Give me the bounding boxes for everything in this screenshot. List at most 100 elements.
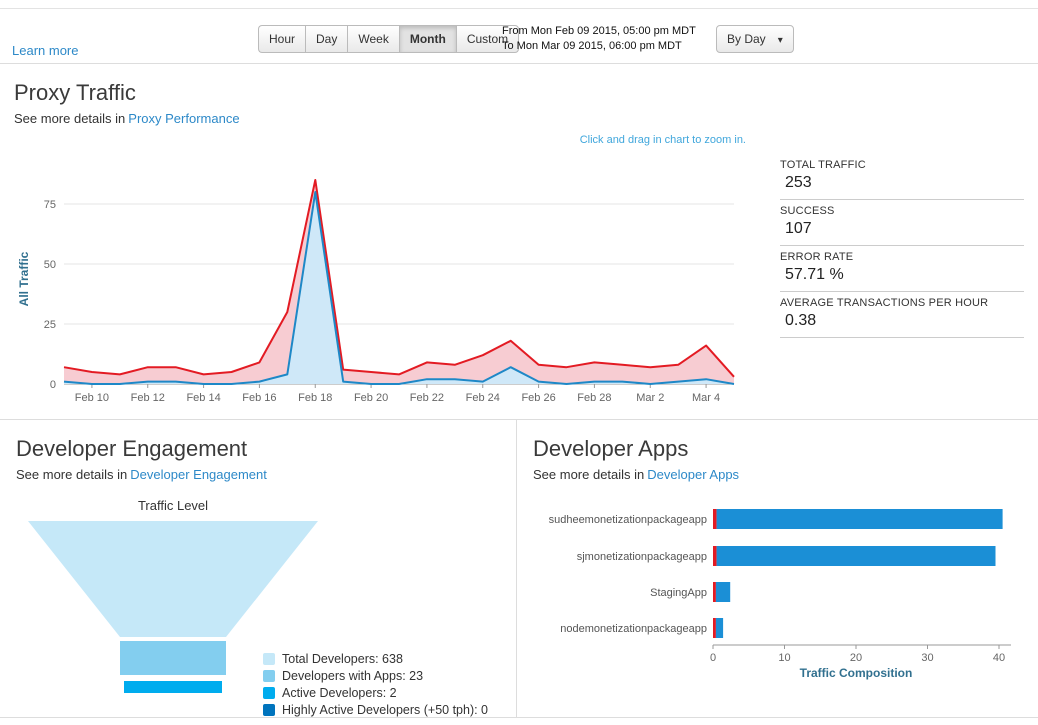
details-prefix: See more details in (14, 111, 125, 126)
date-range-to: To Mon Mar 09 2015, 06:00 pm MDT (502, 39, 696, 54)
legend-item: Total Developers: 638 (263, 652, 488, 666)
area-total-traffic (64, 180, 734, 384)
developer-apps-title: Developer Apps (533, 436, 1033, 462)
svg-text:Mar 2: Mar 2 (636, 392, 664, 404)
stat-entry: TOTAL TRAFFIC253 (780, 154, 1024, 200)
legend-swatch (263, 653, 275, 665)
legend-item: Active Developers: 2 (263, 686, 488, 700)
developer-apps-link[interactable]: Developer Apps (647, 467, 739, 482)
proxy-chart-column: Click and drag in chart to zoom in. 0 25 5… (14, 128, 754, 415)
bar-error (713, 582, 716, 602)
svg-text:All Traffic: All Traffic (17, 251, 31, 306)
bar-success (717, 546, 996, 566)
developer-apps-chart: sudheemonetizationpackageapp sjmonetizati… (533, 498, 1033, 684)
proxy-traffic-title: Proxy Traffic (14, 80, 1024, 106)
svg-text:20: 20 (850, 652, 862, 664)
bar-success (716, 582, 730, 602)
svg-text:Traffic Composition: Traffic Composition (800, 666, 913, 680)
stat-value: 0.38 (780, 309, 1024, 331)
bar-error (713, 618, 716, 638)
svg-text:25: 25 (44, 319, 56, 331)
proxy-chart-row: Click and drag in chart to zoom in. 0 25 5… (14, 128, 1024, 415)
stat-value: 107 (780, 217, 1024, 239)
learn-more-link[interactable]: Learn more (12, 43, 78, 58)
bar-error (713, 546, 717, 566)
date-range-from: From Mon Feb 09 2015, 05:00 pm MDT (502, 24, 696, 39)
svg-text:Feb 18: Feb 18 (298, 392, 332, 404)
legend-label: Highly Active Developers (+50 tph): 0 (282, 703, 488, 717)
bar-label: sudheemonetizationpackageapp (549, 514, 707, 526)
apps-details-line: See more details inDeveloper Apps (533, 467, 1033, 482)
bar-success (717, 509, 1003, 529)
legend-swatch (263, 670, 275, 682)
legend-swatch (263, 704, 275, 716)
proxy-performance-link[interactable]: Proxy Performance (128, 111, 239, 126)
svg-text:50: 50 (44, 259, 56, 271)
line-total-traffic (64, 180, 734, 377)
funnel-title: Traffic Level (28, 498, 318, 513)
stat-label: SUCCESS (780, 205, 1024, 217)
stat-label: ERROR RATE (780, 251, 1024, 263)
legend-label: Total Developers: 638 (282, 652, 403, 666)
funnel-segment-1 (120, 641, 226, 675)
engagement-details-line: See more details inDeveloper Engagement (16, 467, 500, 482)
svg-text:0: 0 (710, 652, 716, 664)
topbar: Learn more HourDayWeekMonthCustom From M… (0, 9, 1038, 64)
range-button-week[interactable]: Week (347, 25, 398, 53)
svg-text:Feb 14: Feb 14 (186, 392, 220, 404)
svg-text:0: 0 (50, 379, 56, 391)
bar-label: sjmonetizationpackageapp (577, 551, 707, 563)
svg-text:10: 10 (778, 652, 790, 664)
developer-engagement-link[interactable]: Developer Engagement (130, 467, 267, 482)
bar-error (713, 509, 717, 529)
date-range: From Mon Feb 09 2015, 05:00 pm MDT To Mo… (502, 24, 696, 54)
svg-text:Feb 20: Feb 20 (354, 392, 388, 404)
range-button-day[interactable]: Day (305, 25, 347, 53)
range-button-month[interactable]: Month (399, 25, 456, 53)
caret-down-icon: ▾ (778, 35, 783, 46)
group-by-label: By Day (727, 32, 766, 46)
group-by-dropdown[interactable]: By Day ▾ (716, 25, 794, 53)
dashboard-page: Learn more HourDayWeekMonthCustom From M… (0, 8, 1038, 725)
zoom-hint: Click and drag in chart to zoom in. (14, 134, 746, 146)
svg-text:Mar 4: Mar 4 (692, 392, 720, 404)
stat-entry: SUCCESS107 (780, 200, 1024, 246)
stat-label: TOTAL TRAFFIC (780, 159, 1024, 171)
svg-text:Feb 24: Feb 24 (466, 392, 500, 404)
details-prefix: See more details in (533, 467, 644, 482)
bottom-row: Developer Engagement See more details in… (0, 419, 1038, 718)
developer-apps-section: Developer Apps See more details inDevelo… (517, 420, 1038, 717)
legend-label: Active Developers: 2 (282, 686, 397, 700)
svg-text:75: 75 (44, 199, 56, 211)
legend-label: Developers with Apps: 23 (282, 669, 423, 683)
stat-label: AVERAGE TRANSACTIONS PER HOUR (780, 297, 1024, 309)
developer-engagement-title: Developer Engagement (16, 436, 500, 462)
area-success (64, 192, 734, 384)
range-button-group: HourDayWeekMonthCustom (258, 25, 519, 53)
bar-label: nodemonetizationpackageapp (560, 623, 707, 635)
engagement-legend: Total Developers: 638 Developers with App… (263, 652, 488, 720)
range-button-hour[interactable]: Hour (258, 25, 305, 53)
svg-text:Feb 26: Feb 26 (521, 392, 555, 404)
svg-text:Feb 22: Feb 22 (410, 392, 444, 404)
proxy-details-line: See more details inProxy Performance (14, 111, 1024, 126)
legend-item: Highly Active Developers (+50 tph): 0 (263, 703, 488, 717)
details-prefix: See more details in (16, 467, 127, 482)
stat-value: 253 (780, 171, 1024, 193)
proxy-traffic-section: Proxy Traffic See more details inProxy P… (0, 64, 1038, 419)
legend-swatch (263, 687, 275, 699)
stat-entry: AVERAGE TRANSACTIONS PER HOUR0.38 (780, 292, 1024, 338)
proxy-traffic-chart[interactable]: 0255075Feb 10Feb 12Feb 14Feb 16Feb 18Feb… (14, 154, 754, 410)
bar-label: StagingApp (650, 587, 707, 599)
developer-engagement-section: Developer Engagement See more details in… (0, 420, 517, 717)
svg-text:40: 40 (993, 652, 1005, 664)
svg-text:30: 30 (921, 652, 933, 664)
svg-text:Feb 28: Feb 28 (577, 392, 611, 404)
svg-text:Feb 12: Feb 12 (131, 392, 165, 404)
stat-entry: ERROR RATE57.71 % (780, 246, 1024, 292)
legend-item: Developers with Apps: 23 (263, 669, 488, 683)
traffic-stats-panel: TOTAL TRAFFIC253SUCCESS107ERROR RATE57.7… (780, 154, 1024, 415)
stat-value: 57.71 % (780, 263, 1024, 285)
svg-text:Feb 10: Feb 10 (75, 392, 109, 404)
line-success (64, 192, 734, 384)
